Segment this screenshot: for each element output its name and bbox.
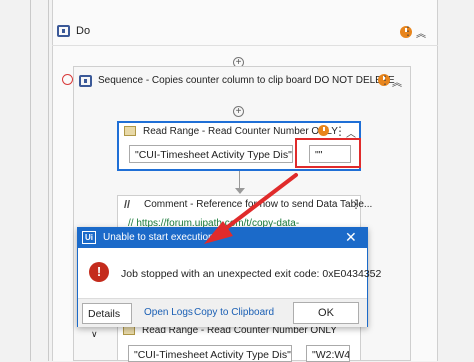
- annotation-arrow: [204, 173, 298, 244]
